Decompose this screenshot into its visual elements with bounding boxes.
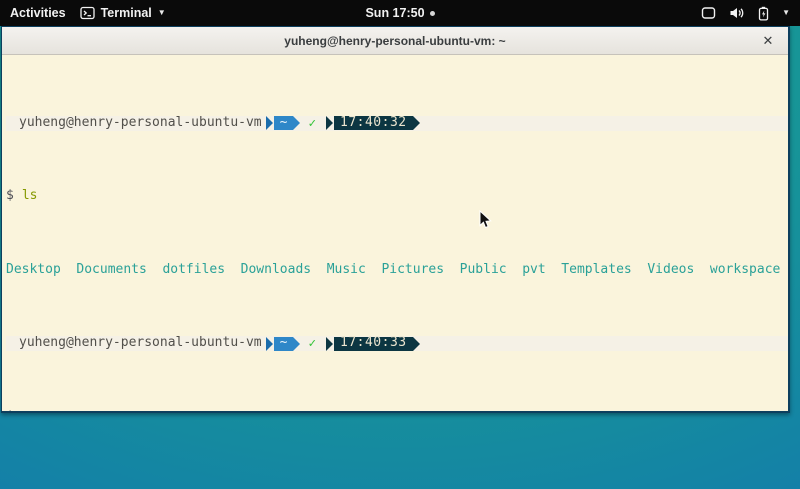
window-title: yuheng@henry-personal-ubuntu-vm: ~ (284, 34, 505, 48)
activities-button[interactable]: Activities (10, 6, 66, 20)
close-button[interactable]: ✕ (758, 31, 778, 51)
directory-name: Desktop (6, 263, 61, 278)
check-icon: ✓ (308, 336, 316, 351)
directory-name: dotfiles (162, 263, 225, 278)
command-line: $ ls (6, 189, 788, 204)
directory-name: Pictures (381, 263, 444, 278)
notification-dot-icon (430, 11, 435, 16)
battery-charging-icon (758, 6, 769, 21)
ls-output-line: Desktop Documents dotfiles Downloads Music Pi… (6, 263, 788, 278)
app-menu-terminal[interactable]: Terminal ▼ (80, 6, 166, 20)
prompt-line: yuheng@henry-personal-ubuntu-vm ~ ✓ 17:4… (6, 336, 788, 351)
chevron-down-icon: ▼ (158, 9, 166, 17)
typed-command: ls (22, 189, 38, 204)
directory-name: Music (327, 263, 366, 278)
directory-name: Documents (76, 263, 146, 278)
app-menu-label: Terminal (101, 6, 152, 20)
directory-name: Public (460, 263, 507, 278)
directory-name: Downloads (241, 263, 311, 278)
directory-name: Templates (561, 263, 631, 278)
prompt-line: yuheng@henry-personal-ubuntu-vm ~ ✓ 17:4… (6, 116, 788, 131)
clock-label[interactable]: Sun 17:50 (365, 6, 424, 20)
prompt-path-segment: ~ (266, 116, 301, 130)
terminal-screen[interactable]: yuheng@henry-personal-ubuntu-vm ~ ✓ 17:4… (2, 55, 788, 411)
chevron-down-icon: ▼ (782, 9, 790, 17)
check-icon: ✓ (308, 116, 316, 131)
volume-icon (729, 6, 745, 20)
directory-name: pvt (522, 263, 545, 278)
command-line: $ (6, 410, 788, 411)
directory-name: workspace (710, 263, 780, 278)
prompt-user-host: yuheng@henry-personal-ubuntu-vm (19, 336, 262, 351)
prompt-dollar: $ (6, 189, 14, 204)
terminal-window: yuheng@henry-personal-ubuntu-vm: ~ ✕ yuh… (1, 26, 790, 413)
prompt-user-host: yuheng@henry-personal-ubuntu-vm (19, 116, 262, 131)
window-titlebar[interactable]: yuheng@henry-personal-ubuntu-vm: ~ ✕ (2, 27, 788, 55)
prompt-dollar: $ (6, 410, 14, 411)
system-status-area[interactable]: ▼ (701, 6, 800, 21)
directory-name: Videos (647, 263, 694, 278)
terminal-app-icon (80, 6, 95, 20)
gnome-top-bar: Activities Terminal ▼ Sun 17:50 (0, 0, 800, 26)
display-icon (701, 6, 716, 20)
prompt-time-segment: 17:40:33 (326, 337, 420, 351)
prompt-time-segment: 17:40:32 (326, 116, 420, 130)
prompt-path-segment: ~ (266, 337, 301, 351)
